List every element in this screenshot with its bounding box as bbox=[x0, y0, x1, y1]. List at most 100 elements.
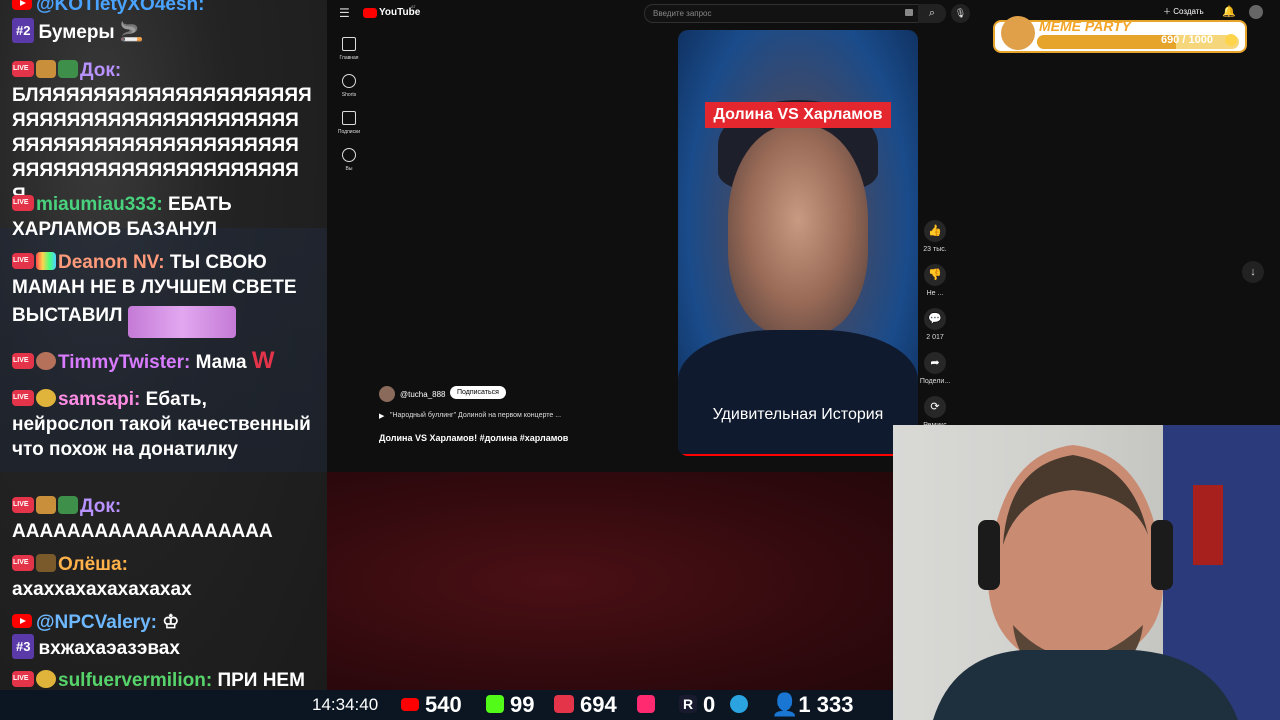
subscribe-button[interactable]: Подписаться bbox=[450, 386, 506, 399]
channel-avatar[interactable] bbox=[379, 386, 395, 402]
video-progress-bar[interactable] bbox=[678, 454, 918, 456]
chat-user: Док: bbox=[80, 60, 122, 81]
chat-overlay: @KOTIetyXO4esh: #2Бумеры 🚬 Док: БЛЯЯЯЯЯЯ… bbox=[0, 0, 327, 690]
chat-message: #2 Бумеры 🚬 bbox=[12, 18, 312, 45]
search-placeholder: Введите запрос bbox=[653, 9, 712, 18]
mic-icon[interactable]: 🎙 bbox=[951, 4, 970, 23]
kick-count: 99 bbox=[510, 692, 535, 717]
rank-badge: #3 bbox=[12, 634, 35, 660]
headphone-right bbox=[1151, 520, 1173, 590]
chat-text: БЛЯЯЯЯЯЯЯЯЯЯЯЯЯЯЯЯЯЯЯЯЯЯЯЯЯЯЯЯЯЯЯЯЯЯЯЯЯЯ… bbox=[12, 85, 312, 206]
face-emote bbox=[36, 351, 56, 370]
beer-emote bbox=[36, 495, 56, 514]
coin-icon bbox=[1225, 34, 1237, 46]
dislike-button[interactable]: 👎 Не ... bbox=[914, 264, 956, 297]
nav-label: Shorts bbox=[341, 92, 357, 98]
nav-you[interactable]: Вы bbox=[331, 148, 367, 172]
user-icon bbox=[342, 148, 356, 162]
like-button[interactable]: 👍 23 тыс. bbox=[914, 220, 956, 253]
nav-label: Вы bbox=[345, 166, 353, 172]
next-video-button[interactable]: ↓ bbox=[1242, 261, 1264, 283]
youtube-logo-icon[interactable] bbox=[363, 8, 377, 18]
short-video-player[interactable]: Долина VS Харламов Удивительная История bbox=[678, 30, 918, 456]
bell-icon[interactable]: 🔔 bbox=[1222, 5, 1236, 18]
chat-user: @NPCValery: bbox=[36, 612, 157, 633]
meme-progress-text: 690 / 1000 bbox=[1161, 34, 1213, 46]
video-title-badge: Долина VS Харламов bbox=[705, 102, 891, 128]
keyboard-icon[interactable] bbox=[905, 9, 913, 16]
youtube-icon bbox=[12, 613, 32, 628]
stream-stats-bar: 14:34:40 540 99 694 R0 👤1 333 bbox=[0, 690, 893, 720]
share-button[interactable]: ➦ Подели... bbox=[914, 352, 956, 385]
chat-text: ААААААААААААААААААА bbox=[12, 521, 273, 542]
meme-progress-fill bbox=[1037, 35, 1177, 49]
video-frame-face bbox=[728, 125, 868, 335]
action-label: Подели... bbox=[919, 378, 951, 385]
home-icon bbox=[342, 37, 356, 51]
search-button[interactable]: ⌕ bbox=[918, 4, 946, 23]
tank-emote bbox=[36, 553, 56, 572]
nav-shorts[interactable]: Shorts bbox=[331, 74, 367, 98]
clock: 14:34:40 bbox=[312, 695, 379, 714]
chat-message: Док: ААААААААААААААААААА bbox=[12, 494, 312, 544]
chat-message: @KOTIetyXO4esh: bbox=[12, 0, 312, 17]
chat-message: TimmyTwister: Мама W bbox=[12, 348, 312, 375]
live-icon bbox=[12, 252, 34, 269]
like-icon: 👍 bbox=[924, 220, 946, 242]
rutube-stat: R0 bbox=[679, 692, 715, 718]
webcam-feed bbox=[893, 425, 1280, 720]
share-icon: ➦ bbox=[924, 352, 946, 374]
chat-text: Мама bbox=[195, 352, 247, 373]
menu-icon[interactable]: ☰ bbox=[339, 6, 350, 20]
doge-icon bbox=[1001, 16, 1035, 50]
play-icon bbox=[637, 695, 655, 714]
corn-emote bbox=[36, 388, 56, 407]
vk-count: 694 bbox=[580, 692, 617, 717]
comment-button[interactable]: 💬 2 017 bbox=[914, 308, 956, 341]
youtube-stat: 540 bbox=[401, 692, 462, 718]
nav-subscriptions[interactable]: Подписки bbox=[331, 111, 367, 135]
telegram-icon bbox=[730, 695, 748, 714]
live-icon bbox=[12, 60, 34, 77]
search-input[interactable]: Введите запрос bbox=[644, 4, 920, 23]
chat-message: @NPCValery: ♔ bbox=[12, 610, 312, 635]
crown-icon: ♔ bbox=[162, 612, 180, 633]
video-frame-suit bbox=[678, 330, 918, 456]
chat-user: Deanon NV: bbox=[58, 252, 165, 273]
avatar[interactable] bbox=[1249, 5, 1263, 19]
webcam-scene bbox=[933, 425, 1280, 720]
chat-user: miaumiau333: bbox=[36, 194, 163, 215]
rank-badge: #2 bbox=[12, 18, 35, 44]
kick-icon bbox=[486, 695, 504, 714]
vk-stat: 694 bbox=[554, 692, 617, 718]
playlist-link[interactable]: "Народный буллинг" Долиной на первом кон… bbox=[390, 412, 561, 419]
chat-user: samsapi: bbox=[58, 389, 141, 410]
dislike-icon: 👎 bbox=[924, 264, 946, 286]
badge-emote bbox=[58, 59, 78, 78]
chat-text: ахаххахахахахахах bbox=[12, 579, 192, 600]
corn-emote bbox=[36, 669, 56, 688]
youtube-icon bbox=[401, 697, 419, 711]
nav-label: Главная bbox=[339, 55, 359, 61]
vklive-icon bbox=[554, 695, 574, 714]
live-icon bbox=[12, 554, 34, 571]
chat-user: TimmyTwister: bbox=[58, 352, 191, 373]
viewers-count: 1 333 bbox=[798, 692, 854, 717]
video-overlay-text: Удивительная История bbox=[712, 406, 884, 423]
action-label: Не ... bbox=[926, 290, 944, 297]
telegram-stat bbox=[730, 692, 754, 718]
play-icon[interactable]: ▶ bbox=[379, 412, 384, 420]
live-icon bbox=[12, 389, 34, 406]
chat-message: #3 вхжахаэазэвах bbox=[12, 634, 312, 661]
headphone-left bbox=[978, 520, 1000, 590]
viewers-icon: 👤 bbox=[771, 692, 799, 717]
create-button[interactable]: ＋ Создать bbox=[1163, 6, 1204, 17]
action-label: 23 тыс. bbox=[923, 246, 947, 253]
nav-home[interactable]: Главная bbox=[331, 37, 367, 61]
create-label: Создать bbox=[1173, 7, 1204, 16]
nav-label: Подписки bbox=[337, 129, 361, 135]
chat-user: sulfuervermilion: bbox=[58, 670, 213, 690]
chat-message: Олёша: ахаххахахахахахах bbox=[12, 552, 312, 602]
channel-name[interactable]: @tucha_888 bbox=[400, 390, 446, 399]
rainbow-emote bbox=[36, 251, 56, 270]
